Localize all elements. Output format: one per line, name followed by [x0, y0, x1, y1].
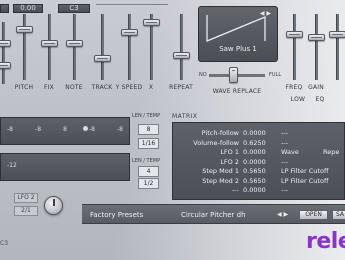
matrix-cell: 0.6250: [243, 138, 266, 147]
matrix-cell: Step Mod 1: [202, 167, 239, 175]
slider-knob-pitch[interactable]: [16, 25, 33, 33]
slider-track: [336, 14, 339, 80]
matrix-cell: ---: [281, 138, 289, 147]
slider-knob-fix[interactable]: [41, 40, 58, 48]
slider-knob-x[interactable]: [143, 18, 160, 26]
matrix-row[interactable]: --- 0.0000 ---: [173, 186, 344, 194]
matrix-cell: ---: [281, 157, 289, 166]
top-field-note[interactable]: C3: [58, 4, 90, 13]
top-field-value-text: 0.00: [20, 4, 36, 12]
lfo2-rate[interactable]: 2/1: [14, 206, 38, 216]
slider-label: REPEAT: [169, 84, 193, 91]
top-field-value[interactable]: 0.00: [13, 4, 43, 13]
matrix-cell: Pitch-follow: [201, 129, 239, 137]
slider-knob-track[interactable]: [94, 54, 111, 62]
step-value: -8: [7, 126, 13, 133]
matrix-cell: ---: [281, 186, 289, 194]
matrix-row[interactable]: Step Mod 2 0.5650 LP Filter Cutoff: [173, 177, 344, 185]
matrix-cell: ---: [281, 129, 289, 137]
wave-arrows[interactable]: ◀ ▶: [260, 10, 271, 17]
knob-indicator: [53, 199, 55, 206]
bottom-left-label: C3: [0, 240, 9, 247]
slider-track: [101, 14, 104, 80]
slider-track: [293, 14, 296, 80]
slider-knob-partial[interactable]: [0, 40, 11, 47]
open-button[interactable]: OPEN: [299, 210, 328, 220]
lfo2-label: LFO 2: [14, 193, 38, 203]
step-value: -8: [88, 126, 95, 133]
slider-track: [23, 14, 26, 80]
matrix-row[interactable]: LFO 1 0.0000 Wave Repe: [173, 148, 344, 156]
preset-bar: Factory Presets Circular Pitcher dh ◀ ▶ …: [82, 204, 345, 224]
step-value: 8: [63, 126, 67, 133]
step-value-lower: -12: [7, 162, 17, 169]
matrix-cell: 0.5650: [243, 176, 266, 185]
matrix-row[interactable]: LFO 2 0.0000 ---: [173, 158, 344, 166]
slider-knob-extra[interactable]: [329, 31, 345, 39]
lower-len-stepper[interactable]: 4: [138, 166, 159, 177]
lower-temp-stepper[interactable]: 1/2: [138, 178, 159, 189]
slider-knob-repeat[interactable]: [173, 51, 190, 59]
step-values-upper: -8 -8 8 -8 -8: [7, 126, 123, 136]
matrix-cell: LFO 2: [220, 157, 239, 166]
matrix-cell: Repe: [323, 148, 340, 156]
factory-presets-label[interactable]: Factory Presets: [90, 211, 143, 219]
wave-name: Saw Plus 1: [219, 45, 257, 53]
top-divider: [96, 4, 168, 13]
preset-arrows[interactable]: ◀ ▶: [277, 211, 288, 218]
wave-range-low: NO: [199, 72, 207, 78]
gain-sublabel: EQ: [315, 96, 325, 103]
matrix-cell: 0.5650: [243, 167, 266, 175]
slider-knob-freq[interactable]: [286, 31, 303, 39]
upper-len-stepper[interactable]: 8: [138, 124, 159, 135]
lfo2-rate-knob[interactable]: [44, 196, 63, 215]
matrix-cell: LP Filter Cutoff: [281, 176, 329, 185]
brand-logo: rele: [306, 229, 345, 254]
step-value: -8: [35, 126, 42, 133]
top-field-1[interactable]: [0, 4, 9, 13]
slider-track: [128, 14, 131, 80]
upper-temp-stepper[interactable]: 1/16: [138, 138, 159, 149]
slider-label: X: [148, 84, 154, 91]
preset-name: Circular Pitcher dh: [181, 211, 246, 219]
slider-label: TRACK: [91, 84, 113, 91]
len-temp-label-lower: LEN / TEMP: [132, 158, 161, 164]
wave-range-high: FULL: [269, 72, 282, 78]
matrix-cell: 0.0000: [243, 148, 266, 156]
matrix-cell: 0.0000: [243, 186, 266, 194]
wave-replace-knob[interactable]: [229, 67, 238, 83]
slider-knob-gain[interactable]: [308, 34, 325, 42]
wave-replace-label: WAVE REPLACE: [212, 88, 262, 95]
matrix-cell: Volume-follow: [193, 138, 239, 147]
slider-track: [315, 14, 318, 80]
top-field-note-text: C3: [69, 4, 79, 12]
matrix-panel[interactable]: Pitch-follow 0.0000 --- Volume-follow 0.6250…: [172, 122, 345, 200]
slider-knob-partial-2[interactable]: [0, 62, 11, 69]
matrix-cell: Step Mod 2: [202, 176, 239, 185]
matrix-row[interactable]: Pitch-follow 0.0000 ---: [173, 129, 344, 137]
matrix-row[interactable]: Volume-follow 0.6250 ---: [173, 139, 344, 147]
len-temp-label-upper: LEN / TEMP: [132, 113, 161, 119]
slider-label: NOTE: [65, 84, 83, 91]
slider-track-partial: [2, 22, 5, 84]
save-button[interactable]: SA: [332, 210, 345, 220]
matrix-cell: LP Filter Cutoff: [281, 167, 329, 175]
step-cursor-dot: [83, 126, 88, 131]
freq-sublabel: LOW: [290, 96, 306, 103]
matrix-title: MATRIX: [172, 113, 198, 120]
step-seq-lower-display[interactable]: -12: [0, 153, 130, 181]
slider-track: [180, 14, 183, 80]
matrix-cell: ---: [231, 186, 239, 194]
slider-knob-y-speed[interactable]: [121, 28, 138, 36]
slider-knob-note[interactable]: [66, 40, 83, 48]
step-seq-upper-display[interactable]: -8 -8 8 -8 -8: [0, 117, 130, 145]
slider-label: GAIN: [308, 84, 324, 91]
wave-display[interactable]: ◀ ▶ Saw Plus 1: [198, 6, 278, 62]
matrix-cell: 0.0000: [243, 129, 266, 137]
matrix-cell: LFO 1: [220, 148, 239, 156]
matrix-row[interactable]: Step Mod 1 0.5650 LP Filter Cutoff: [173, 167, 344, 175]
step-value: -8: [116, 126, 123, 133]
matrix-cell: 0.0000: [243, 157, 266, 166]
